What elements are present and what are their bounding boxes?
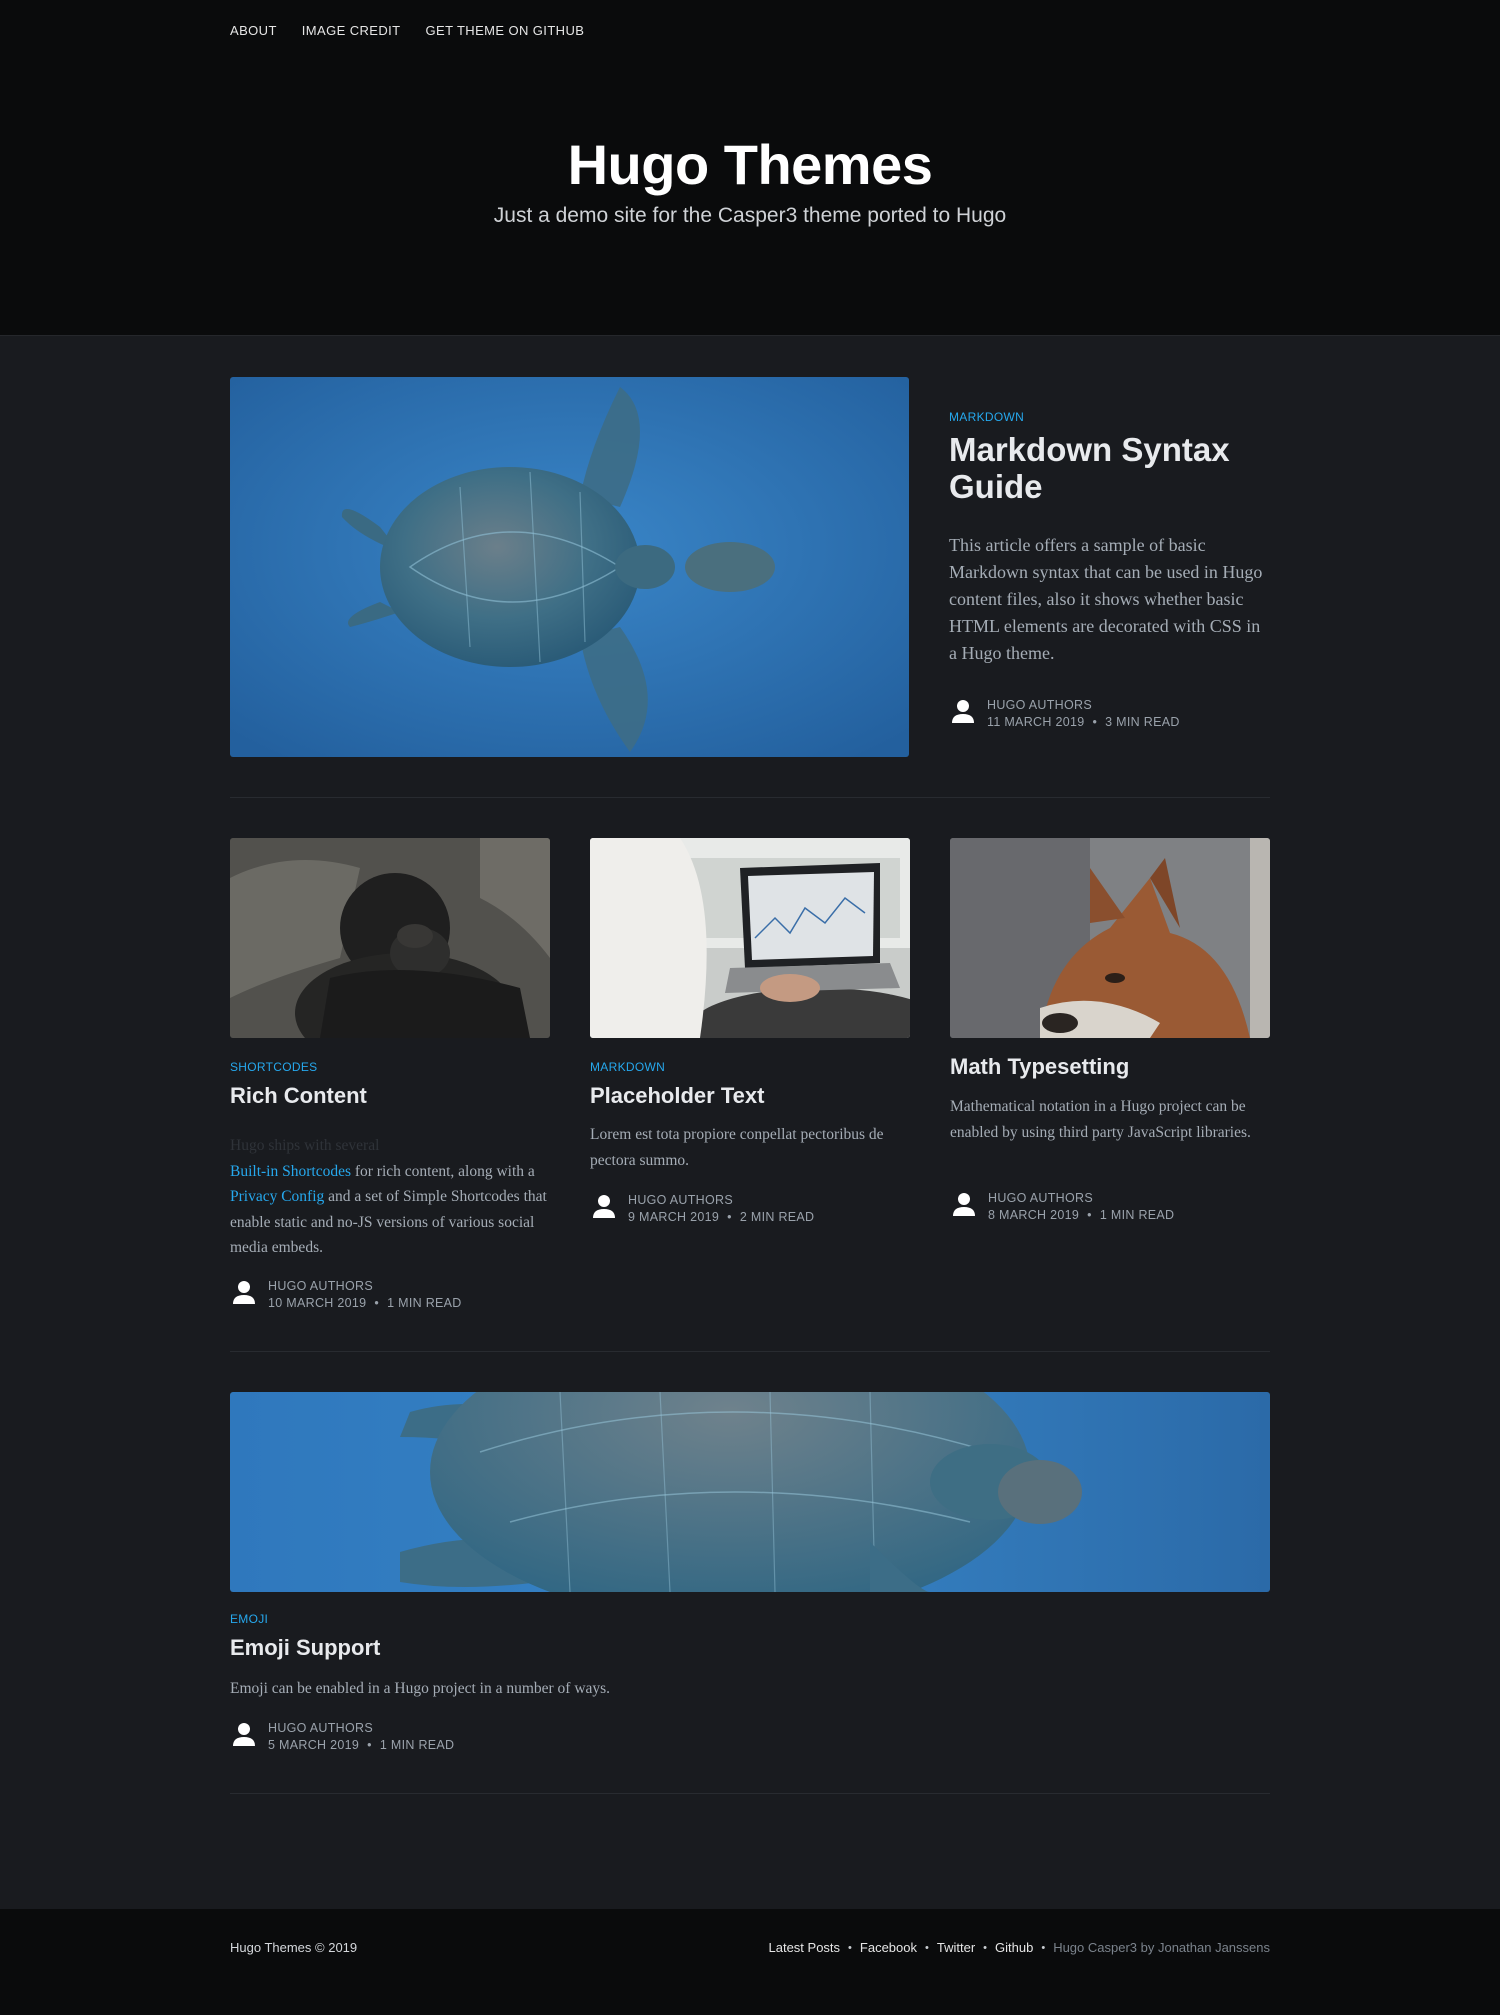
post-date: 8 March 2019	[988, 1208, 1080, 1222]
author-avatar-icon[interactable]	[590, 1192, 618, 1222]
post-date: 11 March 2019	[987, 715, 1085, 729]
section-divider	[230, 797, 1270, 798]
excerpt-faint-text: Hugo ships with several	[230, 1137, 380, 1154]
section-divider	[230, 1351, 1270, 1352]
main-nav: About Image Credit Get Theme on GitHub	[230, 23, 584, 38]
meta-separator: •	[727, 1210, 732, 1224]
post-date: 9 March 2019	[628, 1210, 720, 1224]
author-name[interactable]: Hugo Authors	[988, 1190, 1174, 1207]
emoji-support-meta: Hugo Authors 5 March 2019 • 1 min read	[230, 1720, 454, 1754]
builtin-shortcodes-link[interactable]: Built-in Shortcodes	[230, 1163, 351, 1180]
footer-separator: •	[1041, 1941, 1046, 1954]
placeholder-text-meta: Hugo Authors 9 March 2019 • 2 min read	[590, 1192, 814, 1226]
featured-post-excerpt[interactable]: This article offers a sample of basic Ma…	[949, 532, 1267, 667]
footer-link-facebook[interactable]: Facebook	[860, 1940, 917, 1955]
footer-link-latest-posts[interactable]: Latest Posts	[769, 1940, 841, 1955]
author-avatar-icon[interactable]	[230, 1278, 258, 1308]
site-header: About Image Credit Get Theme on GitHub H…	[0, 0, 1500, 336]
footer-link-twitter[interactable]: Twitter	[937, 1940, 975, 1955]
reading-time: 3 min read	[1105, 715, 1180, 729]
emoji-support-image[interactable]	[230, 1392, 1270, 1592]
reading-time: 1 min read	[387, 1296, 462, 1310]
author-avatar-icon[interactable]	[950, 1190, 978, 1220]
post-date: 10 March 2019	[268, 1296, 367, 1310]
section-divider	[230, 1793, 1270, 1794]
post-date: 5 March 2019	[268, 1738, 360, 1752]
footer-nav: Latest Posts • Facebook • Twitter • Gith…	[769, 1940, 1271, 1955]
turtle-image	[230, 1392, 1270, 1592]
gorilla-image	[230, 838, 550, 1038]
math-typesetting-meta: Hugo Authors 8 March 2019 • 1 min read	[950, 1190, 1174, 1224]
rich-content-tag[interactable]: Shortcodes	[230, 1060, 317, 1074]
rich-content-excerpt[interactable]: Hugo ships with several Built-in Shortcod…	[230, 1133, 550, 1261]
site-title[interactable]: Hugo Themes	[0, 132, 1500, 197]
featured-post-tag[interactable]: Markdown	[949, 410, 1024, 424]
placeholder-text-title[interactable]: Placeholder Text	[590, 1082, 910, 1110]
author-name[interactable]: Hugo Authors	[628, 1192, 814, 1209]
meta-separator: •	[374, 1296, 380, 1310]
footer-theme-credit[interactable]: Hugo Casper3 by Jonathan Janssens	[1053, 1940, 1270, 1955]
footer-separator: •	[848, 1941, 852, 1954]
emoji-support-excerpt[interactable]: Emoji can be enabled in a Hugo project i…	[230, 1676, 1030, 1702]
laptop-image	[590, 838, 910, 1038]
site-description: Just a demo site for the Casper3 theme p…	[493, 204, 1007, 227]
footer-separator: •	[925, 1941, 929, 1954]
rich-content-meta: Hugo Authors 10 March 2019 • 1 min read	[230, 1278, 462, 1312]
author-avatar-icon[interactable]	[230, 1720, 258, 1750]
math-typesetting-excerpt[interactable]: Mathematical notation in a Hugo project …	[950, 1094, 1270, 1145]
featured-post-image[interactable]	[230, 377, 909, 757]
nav-about[interactable]: About	[230, 23, 277, 38]
placeholder-text-excerpt[interactable]: Lorem est tota propiore conpellat pector…	[590, 1122, 910, 1173]
footer-copyright: Hugo Themes © 2019	[230, 1940, 357, 1955]
placeholder-text-image[interactable]	[590, 838, 910, 1038]
turtle-image	[230, 377, 909, 757]
rich-content-title[interactable]: Rich Content	[230, 1082, 550, 1110]
author-name[interactable]: Hugo Authors	[987, 697, 1180, 714]
rich-content-image[interactable]	[230, 838, 550, 1038]
meta-separator: •	[1087, 1208, 1092, 1222]
meta-separator: •	[367, 1738, 372, 1752]
fox-image	[950, 838, 1270, 1038]
footer-separator: •	[983, 1941, 988, 1954]
reading-time: 2 min read	[739, 1210, 815, 1224]
privacy-config-link[interactable]: Privacy Config	[230, 1188, 324, 1205]
featured-post-title[interactable]: Markdown Syntax Guide	[949, 431, 1249, 505]
author-name[interactable]: Hugo Authors	[268, 1720, 454, 1737]
reading-time: 1 min read	[1099, 1208, 1175, 1222]
meta-separator: •	[1092, 715, 1098, 729]
footer-site-link[interactable]: Hugo Themes © 2019	[230, 1940, 357, 1955]
placeholder-text-tag[interactable]: Markdown	[590, 1060, 665, 1074]
author-avatar-icon[interactable]	[949, 697, 977, 727]
nav-image-credit[interactable]: Image Credit	[302, 23, 401, 38]
featured-post-meta: Hugo Authors 11 March 2019 • 3 min read	[949, 697, 1180, 731]
reading-time: 1 min read	[379, 1738, 455, 1752]
math-typesetting-title[interactable]: Math Typesetting	[950, 1053, 1270, 1081]
emoji-support-title[interactable]: Emoji Support	[230, 1634, 830, 1662]
nav-get-theme[interactable]: Get Theme on GitHub	[426, 23, 585, 38]
site-footer: Hugo Themes © 2019 Latest Posts • Facebo…	[0, 1909, 1500, 2015]
emoji-support-tag[interactable]: Emoji	[230, 1612, 268, 1626]
footer-link-github[interactable]: Github	[995, 1940, 1033, 1955]
excerpt-text: for rich content, along with a	[350, 1162, 535, 1180]
math-typesetting-image[interactable]	[950, 838, 1270, 1038]
author-name[interactable]: Hugo Authors	[268, 1278, 462, 1295]
